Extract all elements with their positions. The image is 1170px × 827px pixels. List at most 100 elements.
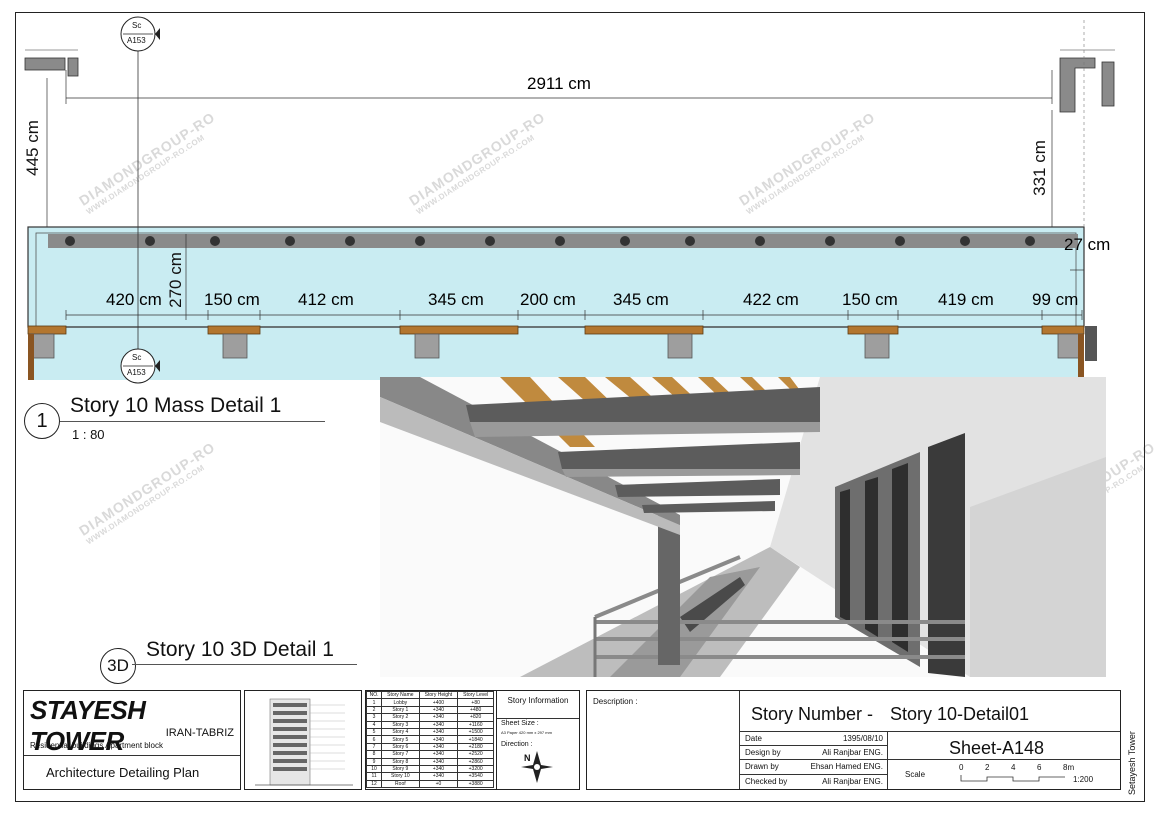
table-cell: 4 [366,720,383,729]
project-location: IRAN-TABRIZ [165,727,234,739]
scale-tick: 8m [1063,763,1075,772]
table-cell: 12 [366,779,383,789]
scale-label: Scale [905,770,926,779]
table-cell: +3540 [457,772,494,781]
offset-dimension-label: 27 cm [1064,235,1111,254]
table-cell: +340 [418,727,459,737]
table-cell: Story 2 [381,713,420,722]
design-value: Ali Ranjbar ENG. [822,748,883,757]
story-info-heading: Story Information [507,696,569,705]
table-cell: 2 [366,705,383,715]
project-type: Residential buildings Apartment block [30,741,163,750]
scale-ratio: 1:200 [1073,775,1094,784]
view-number-badge: 1 [24,403,60,439]
canopy-height-dimension-label: 270 cm [166,252,185,308]
table-row: 2 Story 1 +340 +480 [366,705,494,715]
table-cell: +1160 [457,720,494,729]
table-row: 5 Story 4 +340 +1500 [366,727,494,737]
divider [497,718,579,719]
table-header-row: NO. Story Name Story Height Story Level [366,691,494,700]
left-height-dimension-label: 445 cm [23,120,42,176]
table-cell: 10 [366,764,383,774]
checked-label: Checked by [745,777,788,786]
segment-dimension-label: 200 cm [520,290,576,309]
table-row: 8 Story 7 +340 +2520 [366,750,494,759]
table-row: 10 Story 9 +340 +3200 [366,764,494,774]
sheet-number: Sheet-A148 [949,738,1045,758]
sheet-size-value: A3 Paper 420 mm x 297 mm [501,730,552,735]
table-cell: +3200 [457,764,494,774]
table-cell: +0 [418,779,459,789]
table-cell: Roof [381,779,420,789]
table-cell: +340 [418,713,459,722]
story-info-block: Story Information Sheet Size : A3 Paper … [496,690,580,790]
segment-dimension-label: 345 cm [613,290,669,309]
segment-dimension-label: 150 cm [204,290,260,309]
table-row: 7 Story 6 +340 +2180 [366,742,494,752]
view-number-badge: 3D [100,648,136,684]
table-row: 11 Story 10 +340 +3540 [366,772,494,781]
table-row: 12 Roof +0 +3880 [366,779,494,789]
segment-dimension-label: 150 cm [842,290,898,309]
table-cell: 7 [366,742,383,752]
segment-dimension-label: 99 cm [1032,290,1079,309]
table-cell: 6 [366,735,383,744]
table-cell: +1500 [457,727,494,737]
segment-dimension-label: 420 cm [106,290,162,309]
table-cell: 9 [366,757,383,766]
segment-dimension-label: 345 cm [428,290,484,309]
scale-bar [960,775,1065,782]
story-number-value: Story 10-Detail01 [890,704,1030,724]
title-underline [60,421,325,422]
scale-tick: 6 [1037,763,1042,772]
table-cell: Story 9 [381,764,420,774]
table-cell: 1 [366,698,383,707]
table-cell: +2520 [457,750,494,759]
table-cell: +340 [418,705,459,715]
description-label: Description : [593,697,638,706]
table-cell: +3880 [457,779,494,789]
divider [887,731,888,789]
table-cell: +340 [418,720,459,729]
story-table: NO. Story Name Story Height Story Level … [366,691,494,789]
section-tag-bottom[interactable]: Sc A153 [118,346,160,386]
table-cell: 3 [366,713,383,722]
table-row: 1 Lobby +400 +80 [366,698,494,707]
table-cell: Story 7 [381,750,420,759]
title-underline [132,664,357,665]
sheet-size-label: Sheet Size : [501,720,539,727]
view-title: Story 10 Mass Detail 1 [70,394,282,417]
table-cell: +2180 [457,742,494,752]
scale-tick: 2 [985,763,990,772]
table-cell: Story 4 [381,727,420,737]
drawn-label: Drawn by [745,762,779,771]
drawing-sheet: DIAMONDGROUP-RO WWW.DIAMONDGROUP-RO.COM D… [0,0,1170,827]
view-scale: 1 : 80 [72,427,105,442]
date-label: Date [745,734,762,743]
table-cell: Story 1 [381,705,420,715]
column-header: Story Name [381,691,420,700]
plan-name: Architecture Detailing Plan [46,765,200,780]
table-cell: +80 [457,698,494,707]
section-tag-top[interactable]: Sc A153 [118,14,160,54]
table-cell: +480 [457,705,494,715]
column-header: NO. [366,691,383,700]
scale-tick: 4 [1011,763,1016,772]
story-table-block: NO. Story Name Story Height Story Level … [365,690,498,790]
table-cell: +340 [418,757,459,766]
table-cell: 11 [366,772,383,781]
overall-dimension-label: 2911 cm [527,74,591,93]
3d-render-image [380,377,1106,677]
date-value: 1395/08/10 [842,734,883,743]
table-row: 3 Story 2 +340 +820 [366,713,494,722]
table-row: 4 Story 3 +340 +1160 [366,720,494,729]
divider [887,759,1120,760]
table-cell: Story 8 [381,757,420,766]
scale-tick: 0 [959,763,964,772]
table-cell: Story 5 [381,735,420,744]
table-cell: +820 [457,713,494,722]
table-cell: +2860 [457,757,494,766]
table-row: 9 Story 8 +340 +2860 [366,757,494,766]
table-cell: 8 [366,750,383,759]
view-title: Story 10 3D Detail 1 [146,638,334,661]
